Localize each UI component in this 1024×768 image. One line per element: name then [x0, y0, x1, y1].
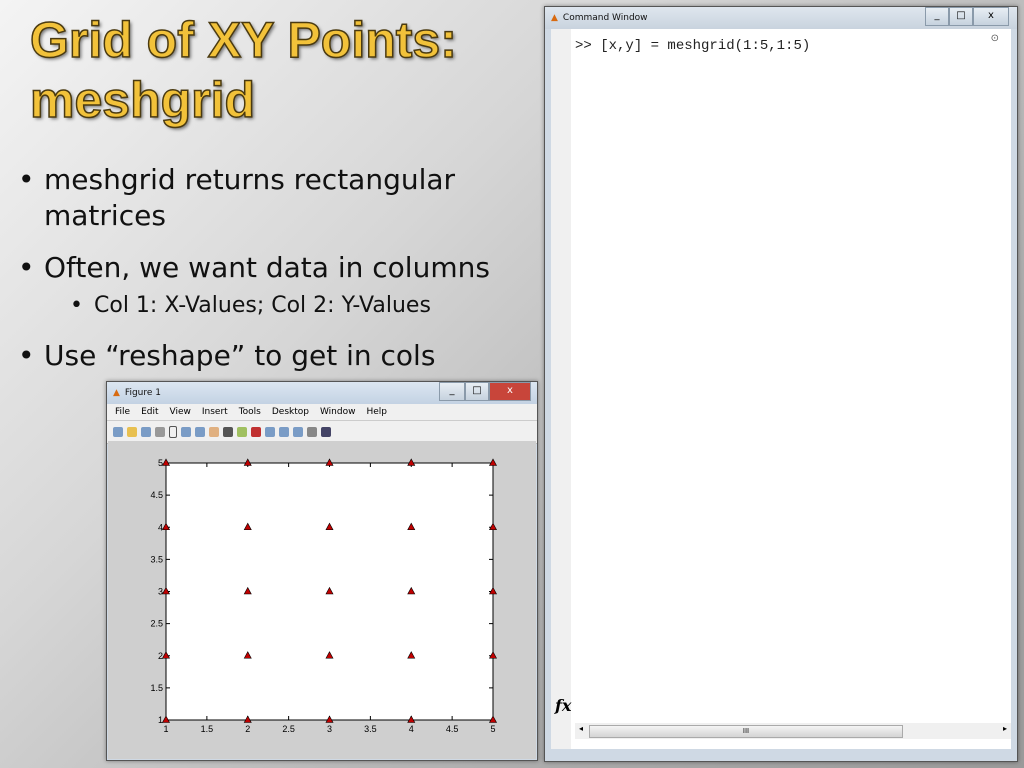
- matlab-icon: ▲: [551, 13, 558, 23]
- figure-canvas: 1 1.5 2 2.5 3 3.5 4 4.5 5 1 1.5 2 2.5 3 3.5 4 4.5 5: [108, 441, 536, 759]
- bullet-dot: •: [18, 339, 35, 372]
- y-tick-label: 3.5: [150, 554, 163, 564]
- fx-icon[interactable]: fx: [555, 696, 571, 715]
- x-tick-label: 3.5: [364, 724, 377, 734]
- options-icon[interactable]: ⊙: [991, 33, 999, 44]
- menu-window[interactable]: Window: [320, 407, 356, 417]
- slide-title: Grid of XY Points: meshgrid: [29, 10, 457, 130]
- gutter: [551, 29, 571, 749]
- y-tick-label: 4: [158, 522, 163, 532]
- scroll-right-icon[interactable]: ▸: [1003, 724, 1007, 733]
- prompt: >>: [575, 38, 592, 54]
- data-point: [325, 458, 334, 466]
- bullet-text: Use “reshape” to get in cols: [44, 339, 436, 372]
- window-title: Command Window: [562, 13, 648, 23]
- pointer-icon[interactable]: [169, 426, 177, 438]
- menu-desktop[interactable]: Desktop: [272, 407, 309, 417]
- command-window: ▲ Command Window _ □ x >> [x,y] = meshgr…: [544, 6, 1018, 762]
- scroll-thumb[interactable]: III: [589, 725, 903, 738]
- y-tick-label: 1.5: [150, 683, 163, 693]
- y-tick-label: 2: [158, 651, 163, 661]
- y-tick-label: 4.5: [150, 490, 163, 500]
- y-tick-label: 3: [158, 587, 163, 597]
- data-point: [488, 458, 498, 466]
- bullet-2: • Often, we want data in columns: [18, 250, 490, 286]
- menu-help[interactable]: Help: [366, 407, 387, 417]
- grip: III: [742, 727, 750, 735]
- title-line-1: Grid of XY Points:: [29, 11, 457, 69]
- rotate-icon[interactable]: [223, 427, 233, 437]
- open-icon[interactable]: [127, 427, 137, 437]
- x-tick-label: 2: [245, 724, 250, 734]
- x-tick-label: 4: [409, 724, 414, 734]
- close-button[interactable]: x: [973, 7, 1009, 26]
- window-title: Figure 1: [124, 388, 161, 398]
- horizontal-scrollbar[interactable]: ◂ III ▸: [575, 723, 1011, 739]
- zoom-in-icon[interactable]: [181, 427, 191, 437]
- bullet-dot: •: [18, 163, 35, 196]
- menu-bar: File Edit View Insert Tools Desktop Window Help: [107, 404, 537, 421]
- maximize-button[interactable]: □: [465, 382, 489, 401]
- menu-insert[interactable]: Insert: [202, 407, 228, 417]
- x-tick-label: 3: [327, 724, 332, 734]
- bullet-dot: •: [18, 251, 35, 284]
- data-point: [161, 458, 171, 466]
- x-tick-label: 5: [490, 724, 495, 734]
- command-area[interactable]: >> [x,y] = meshgrid(1:5,1:5) ⊙ fx ◂ III …: [551, 29, 1011, 749]
- maximize-button[interactable]: □: [949, 7, 973, 26]
- command-line: >> [x,y] = meshgrid(1:5,1:5): [575, 38, 810, 54]
- close-button[interactable]: x: [489, 382, 531, 401]
- bullet-1: • meshgrid returns rectangular matrices: [18, 162, 468, 234]
- hide-tools-icon[interactable]: [307, 427, 317, 437]
- print-icon[interactable]: [155, 427, 165, 437]
- legend-icon[interactable]: [293, 427, 303, 437]
- command-text: [x,y] = meshgrid(1:5,1:5): [600, 38, 811, 54]
- bullet-text: Often, we want data in columns: [44, 251, 490, 284]
- title-line-2: meshgrid: [29, 71, 256, 129]
- bullet-dot: •: [70, 293, 83, 318]
- menu-tools[interactable]: Tools: [239, 407, 261, 417]
- colorbar-icon[interactable]: [279, 427, 289, 437]
- figure-window: ▲ Figure 1 _ □ x File Edit View Insert Tools…: [106, 381, 538, 761]
- x-tick-label: 4.5: [446, 724, 459, 734]
- save-icon[interactable]: [141, 427, 151, 437]
- bullet-text: Col 1: X-Values; Col 2: Y-Values: [94, 293, 431, 318]
- data-point: [243, 458, 252, 466]
- zoom-out-icon[interactable]: [195, 427, 205, 437]
- new-icon[interactable]: [113, 427, 123, 437]
- dock-icon[interactable]: [321, 427, 331, 437]
- menu-view[interactable]: View: [170, 407, 191, 417]
- bullet-3: • Use “reshape” to get in cols: [18, 338, 435, 374]
- brush-icon[interactable]: [251, 427, 261, 437]
- scroll-left-icon[interactable]: ◂: [579, 724, 583, 733]
- pan-icon[interactable]: [209, 427, 219, 437]
- y-tick-label: 1: [158, 715, 163, 725]
- scatter-plot[interactable]: 1 1.5 2 2.5 3 3.5 4 4.5 5 1 1.5 2 2.5 3 3.5 4 4.5 5: [108, 441, 536, 759]
- x-tick-label: 1: [163, 724, 168, 734]
- y-tick-label: 2.5: [150, 619, 163, 629]
- data-cursor-icon[interactable]: [237, 427, 247, 437]
- matlab-icon: ▲: [113, 388, 120, 398]
- x-tick-label: 2.5: [282, 724, 295, 734]
- minimize-button[interactable]: _: [925, 7, 949, 26]
- menu-edit[interactable]: Edit: [141, 407, 158, 417]
- y-tick-label: 5: [158, 458, 163, 468]
- link-icon[interactable]: [265, 427, 275, 437]
- bullet-text: meshgrid returns rectangular matrices: [44, 163, 456, 232]
- menu-file[interactable]: File: [115, 407, 130, 417]
- sub-bullet: • Col 1: X-Values; Col 2: Y-Values: [70, 290, 431, 322]
- data-point: [407, 458, 416, 466]
- minimize-button[interactable]: _: [439, 382, 465, 401]
- x-tick-label: 1.5: [201, 724, 214, 734]
